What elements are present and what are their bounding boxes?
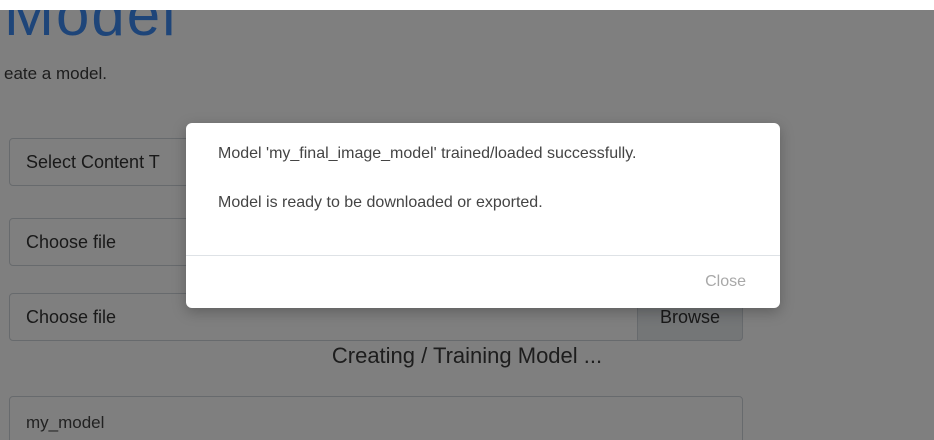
page-background: Model eate a model. Select Content T Cho… [0,10,934,440]
top-strip [0,0,934,10]
close-button[interactable]: Close [705,273,746,291]
modal-body: Model 'my_final_image_model' trained/loa… [218,145,760,212]
modal-divider [186,255,780,256]
success-modal: Model 'my_final_image_model' trained/loa… [186,123,780,308]
modal-message-ready: Model is ready to be downloaded or expor… [218,194,543,211]
modal-message-success: Model 'my_final_image_model' trained/loa… [218,145,637,162]
page: Model eate a model. Select Content T Cho… [0,0,934,440]
